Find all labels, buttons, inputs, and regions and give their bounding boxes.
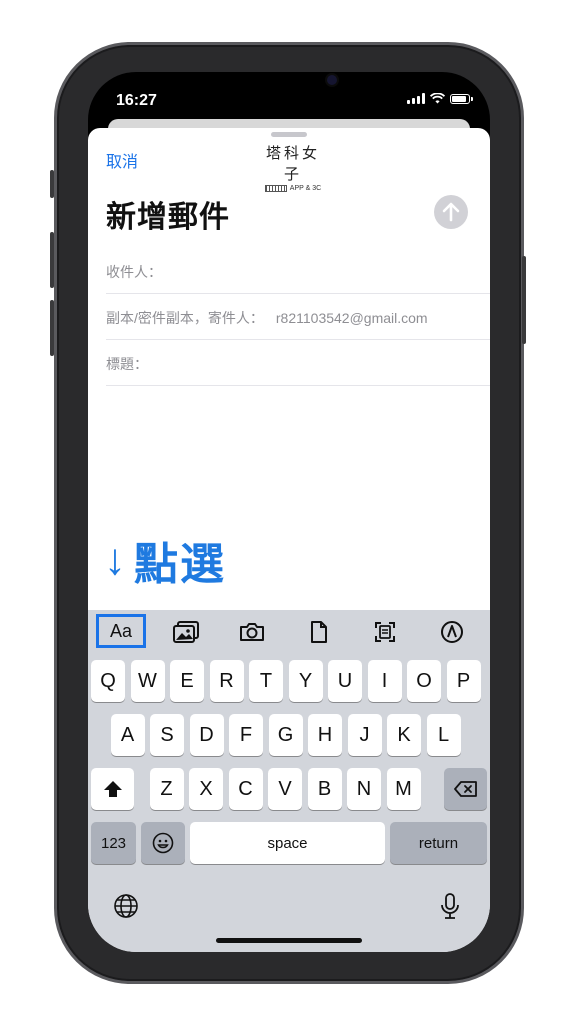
key-y[interactable]: Y: [288, 660, 323, 702]
key-m[interactable]: M: [386, 768, 421, 810]
return-key[interactable]: return: [390, 822, 487, 864]
mute-switch: [50, 170, 54, 198]
subject-field[interactable]: 標題：: [106, 342, 490, 386]
shift-icon: [103, 781, 122, 797]
markup-icon[interactable]: [430, 616, 474, 648]
key-j[interactable]: J: [347, 714, 382, 756]
compose-title: 新增郵件: [106, 201, 230, 234]
key-h[interactable]: H: [308, 714, 342, 756]
key-k[interactable]: K: [387, 714, 421, 756]
key-r[interactable]: R: [209, 660, 244, 702]
logo-english: APP & 3C: [258, 185, 328, 192]
wifi-icon: [430, 93, 445, 104]
watermark-logo: 塔科女子 APP & 3C: [258, 142, 328, 192]
to-field[interactable]: 收件人：: [106, 250, 490, 294]
status-icons: [407, 93, 473, 104]
scan-document-icon[interactable]: [363, 616, 407, 648]
logo-chinese: 塔科女子: [265, 144, 320, 183]
key-s[interactable]: S: [150, 714, 184, 756]
annotation-text: 點選: [134, 540, 226, 589]
emoji-icon: [152, 832, 174, 854]
down-arrow-icon: ↓: [104, 535, 128, 584]
compose-sheet: 取消 塔科女子 APP & 3C 新增郵件 收件人： 副本/密件副本，寄件人： …: [88, 128, 490, 952]
key-t[interactable]: T: [249, 660, 283, 702]
to-label: 收件人：: [106, 263, 162, 280]
numbers-key[interactable]: 123: [91, 822, 136, 864]
key-a[interactable]: A: [110, 714, 145, 756]
key-v[interactable]: V: [268, 768, 302, 810]
key-c[interactable]: C: [228, 768, 263, 810]
arrow-up-icon: [442, 202, 460, 222]
sheet-grabber[interactable]: [271, 132, 307, 137]
shift-key[interactable]: [91, 768, 134, 810]
key-e[interactable]: E: [170, 660, 204, 702]
key-l[interactable]: L: [426, 714, 461, 756]
from-address: r821103542@gmail.com: [275, 309, 428, 326]
volume-up-button: [50, 232, 54, 288]
format-toolbar: Aa: [88, 610, 490, 654]
camera-icon[interactable]: [230, 616, 274, 648]
document-icon[interactable]: [297, 616, 341, 648]
send-button[interactable]: [434, 195, 468, 229]
status-time: 16:27: [116, 92, 157, 109]
key-f[interactable]: F: [229, 714, 263, 756]
signal-icon: [407, 93, 425, 104]
photo-library-icon[interactable]: [164, 616, 208, 648]
key-z[interactable]: Z: [149, 768, 184, 810]
battery-icon: [450, 93, 473, 104]
key-w[interactable]: W: [130, 660, 165, 702]
format-text-button[interactable]: Aa: [96, 614, 146, 648]
key-p[interactable]: P: [446, 660, 481, 702]
key-d[interactable]: D: [189, 714, 224, 756]
key-u[interactable]: U: [328, 660, 362, 702]
phone-screen: 16:27 取消 塔科女子 APP & 3C 新增郵件 收件人： 副本/密件副本…: [88, 72, 490, 952]
tap-annotation: ↓ 點選: [104, 528, 226, 592]
key-o[interactable]: O: [407, 660, 441, 702]
key-i[interactable]: I: [367, 660, 402, 702]
key-q[interactable]: Q: [91, 660, 125, 702]
logo-barcode-icon: [264, 185, 287, 192]
cc-label: 副本/密件副本，寄件人：: [106, 309, 264, 326]
key-g[interactable]: G: [268, 714, 303, 756]
keyboard: Aa Q W E R T Y U I O P A S D F G H J K L Z X C V B N M 123 space ret…: [88, 610, 490, 952]
subject-label: 標題：: [106, 355, 148, 372]
cc-bcc-from-field[interactable]: 副本/密件副本，寄件人： r821103542@gmail.com: [106, 296, 490, 340]
key-x[interactable]: X: [189, 768, 223, 810]
key-n[interactable]: N: [347, 768, 381, 810]
front-camera: [327, 75, 337, 85]
home-indicator[interactable]: [216, 938, 362, 943]
delete-key[interactable]: [444, 768, 487, 810]
key-b[interactable]: B: [307, 768, 342, 810]
microphone-icon[interactable]: [428, 890, 472, 922]
emoji-key[interactable]: [141, 822, 185, 864]
space-key[interactable]: space: [190, 822, 385, 864]
backspace-icon: [453, 781, 477, 797]
volume-down-button: [50, 300, 54, 356]
globe-icon[interactable]: [104, 890, 148, 922]
power-button: [522, 256, 526, 344]
cancel-button[interactable]: 取消: [106, 148, 138, 172]
